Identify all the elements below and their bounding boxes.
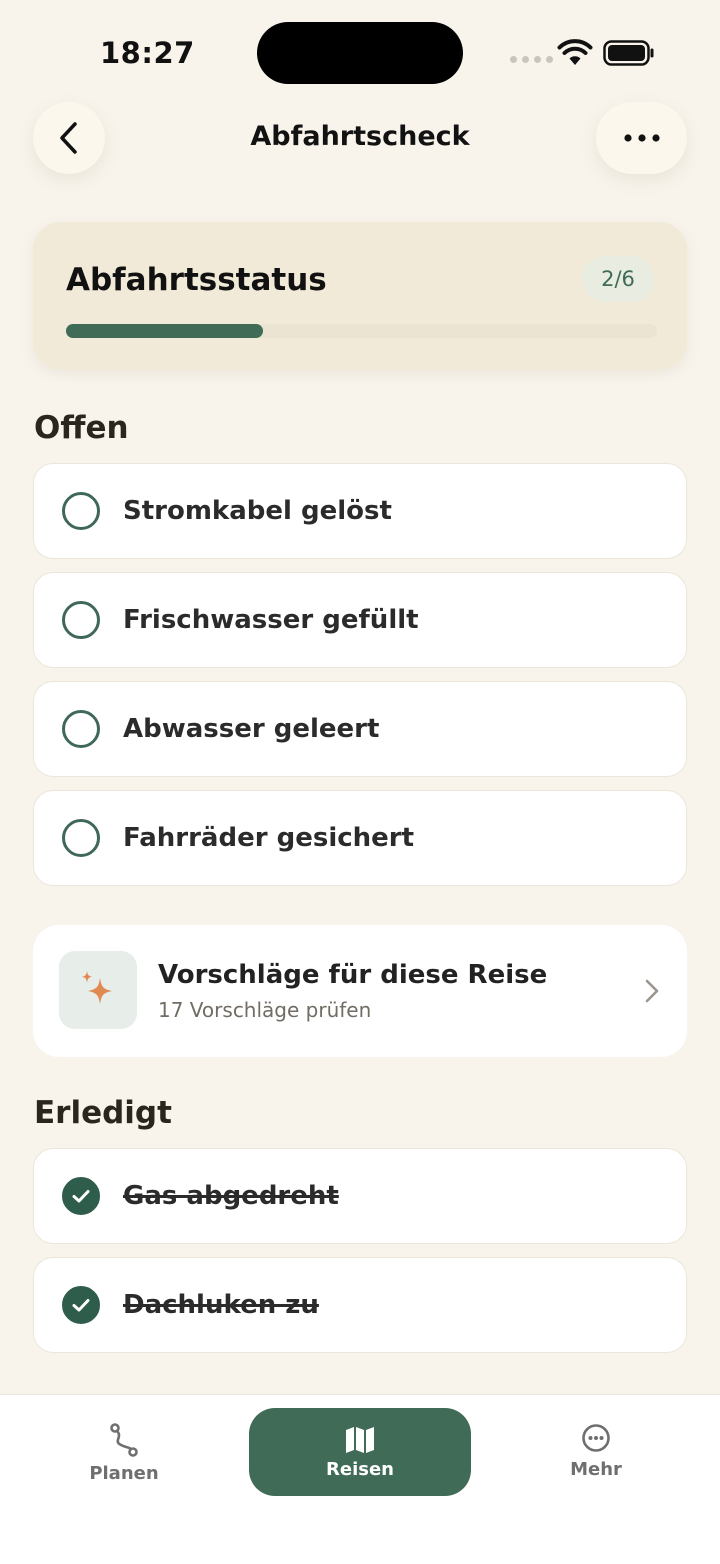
departure-status-card: Abfahrtsstatus 2/6 — [33, 222, 687, 370]
status-title: Abfahrtsstatus — [66, 262, 327, 298]
unchecked-circle-icon[interactable] — [62, 492, 100, 530]
suggestions-title: Vorschläge für diese Reise — [158, 960, 548, 990]
task-label: Dachluken zu — [123, 1290, 319, 1320]
tab-reisen[interactable]: Reisen — [249, 1408, 471, 1496]
ellipsis-icon — [623, 134, 660, 142]
tab-bar: Planen Reisen Mehr — [0, 1394, 720, 1564]
route-icon — [110, 1423, 138, 1457]
task-row-done[interactable]: Gas abgedreht — [33, 1148, 687, 1244]
progress-count-badge: 2/6 — [582, 256, 654, 302]
task-row[interactable]: Stromkabel gelöst — [33, 463, 687, 559]
tab-label: Mehr — [570, 1459, 622, 1480]
suggestions-card[interactable]: Vorschläge für diese Reise 17 Vorschläge… — [33, 925, 687, 1057]
checked-circle-icon[interactable] — [62, 1286, 100, 1324]
suggestions-icon-tile — [59, 951, 137, 1029]
task-row-done[interactable]: Dachluken zu — [33, 1257, 687, 1353]
unchecked-circle-icon[interactable] — [62, 819, 100, 857]
unchecked-circle-icon[interactable] — [62, 710, 100, 748]
task-row[interactable]: Fahrräder gesichert — [33, 790, 687, 886]
chevron-right-icon — [645, 979, 659, 1003]
unchecked-circle-icon[interactable] — [62, 601, 100, 639]
task-row[interactable]: Frischwasser gefüllt — [33, 572, 687, 668]
progress-bar-fill — [66, 324, 263, 338]
status-time: 18:27 — [100, 36, 195, 70]
battery-icon — [603, 40, 654, 66]
task-label: Frischwasser gefüllt — [123, 605, 419, 635]
section-heading-done: Erledigt — [34, 1095, 172, 1131]
progress-bar — [66, 324, 657, 338]
dynamic-island — [257, 22, 463, 84]
section-heading-open: Offen — [34, 410, 129, 446]
task-label: Fahrräder gesichert — [123, 823, 415, 853]
cellular-signal-icon — [510, 56, 553, 63]
status-bar: 18:27 — [0, 0, 720, 100]
suggestions-subtitle: 17 Vorschläge prüfen — [158, 998, 372, 1022]
tab-mehr[interactable]: Mehr — [556, 1423, 636, 1480]
tab-label: Reisen — [326, 1458, 394, 1480]
tab-planen[interactable]: Planen — [84, 1423, 164, 1484]
checked-circle-icon[interactable] — [62, 1177, 100, 1215]
map-icon — [346, 1426, 374, 1453]
more-options-button[interactable] — [596, 102, 687, 174]
task-label: Gas abgedreht — [123, 1181, 339, 1211]
task-label: Abwasser geleert — [123, 714, 380, 744]
task-label: Stromkabel gelöst — [123, 496, 392, 526]
wifi-icon — [557, 39, 593, 65]
sparkle-icon — [82, 971, 112, 1004]
task-row[interactable]: Abwasser geleert — [33, 681, 687, 777]
more-circle-icon — [582, 1424, 610, 1452]
tab-label: Planen — [89, 1463, 159, 1484]
